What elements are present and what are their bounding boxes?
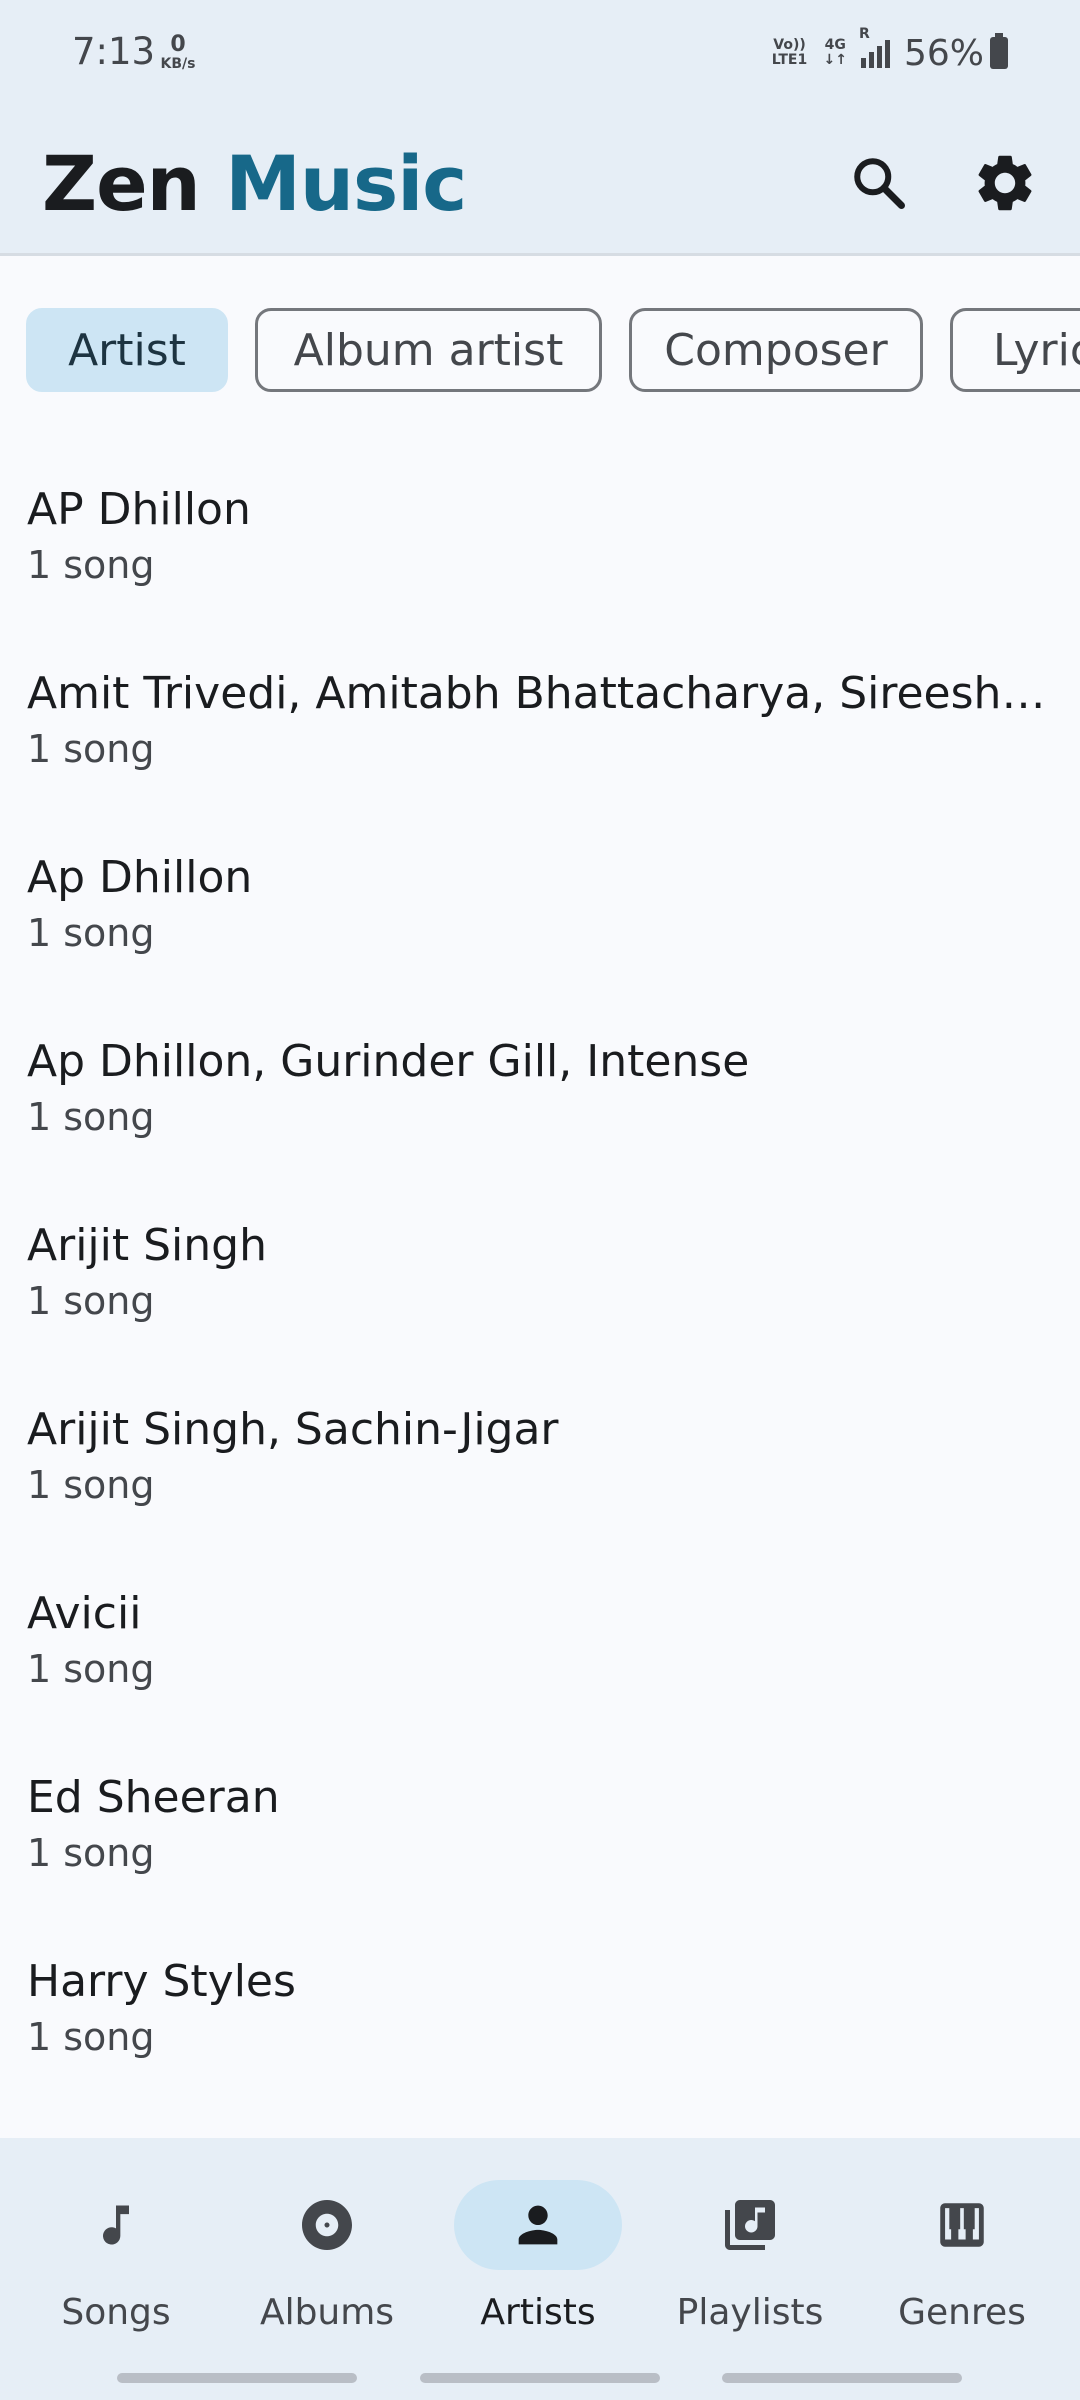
artist-list-item[interactable]: Ap Dhillon 1 song: [0, 810, 1080, 994]
search-button[interactable]: [829, 133, 929, 233]
network-speed-value: 0: [170, 32, 186, 57]
artist-list-item[interactable]: Arijit Singh, Sachin-Jigar 1 song: [0, 1362, 1080, 1546]
nav-albums[interactable]: Albums: [222, 2180, 432, 2360]
status-time: 7:13: [72, 30, 156, 73]
app-title: Zen Music: [42, 139, 467, 228]
artist-list-item[interactable]: Avicii 1 song: [0, 1546, 1080, 1730]
artist-name: Arijit Singh: [27, 1220, 267, 1271]
artist-list-item[interactable]: Ap Dhillon, Gurinder Gill, Intense 1 son…: [0, 994, 1080, 1178]
artist-song-count: 1 song: [27, 727, 155, 771]
gesture-bar: [722, 2373, 962, 2383]
artist-list: AP Dhillon 1 song Amit Trivedi, Amitabh …: [0, 442, 1080, 2098]
disc-icon: [302, 2200, 352, 2250]
network-speed: 0 KB/s: [158, 32, 198, 73]
signal-icon: R: [859, 26, 890, 68]
artist-list-item[interactable]: Harry Styles 1 song: [0, 1914, 1080, 2098]
artist-name: Harry Styles: [27, 1956, 296, 2007]
nav-genres[interactable]: Genres: [857, 2180, 1067, 2360]
artist-list-item[interactable]: Arijit Singh 1 song: [0, 1178, 1080, 1362]
artist-name: Amit Trivedi, Amitabh Bhattacharya, Sire…: [27, 668, 1057, 719]
nav-songs[interactable]: Songs: [11, 2180, 221, 2360]
playlist-icon: [725, 2200, 775, 2250]
status-bar: 7:13 0 KB/s Vo)) LTE1 4G ↓↑ R 56%: [0, 0, 1080, 110]
artist-song-count: 1 song: [27, 1095, 155, 1139]
gear-icon: [978, 155, 1032, 211]
music-note-icon: [103, 2205, 129, 2245]
chip-artist[interactable]: Artist: [26, 308, 228, 392]
gesture-bar: [117, 2373, 357, 2383]
person-icon: [518, 2205, 558, 2245]
battery-percent: 56%: [903, 32, 984, 74]
chip-album-artist[interactable]: Album artist: [255, 308, 602, 392]
artist-song-count: 1 song: [27, 1463, 155, 1507]
battery-icon: [990, 33, 1008, 69]
artist-name: Arijit Singh, Sachin-Jigar: [27, 1404, 559, 1455]
nav-label: Genres: [898, 2292, 1026, 2333]
artist-list-item[interactable]: AP Dhillon 1 song: [0, 442, 1080, 626]
top-app-bar: Zen Music: [0, 110, 1080, 256]
nav-playlists[interactable]: Playlists: [645, 2180, 855, 2360]
nav-label: Albums: [259, 2292, 395, 2333]
status-indicators: Vo)) LTE1 4G ↓↑ R 56%: [770, 26, 1008, 76]
nav-label: Songs: [61, 2292, 171, 2333]
piano-icon: [940, 2203, 984, 2247]
artist-list-item[interactable]: Ed Sheeran 1 song: [0, 1730, 1080, 1914]
nav-label: Artists: [480, 2292, 596, 2333]
chip-lyricist[interactable]: Lyricist: [950, 308, 1080, 392]
artist-name: Avicii: [27, 1588, 142, 1639]
nav-artists[interactable]: Artists: [433, 2180, 643, 2360]
roaming-indicator: R: [858, 26, 870, 42]
artist-name: Ap Dhillon, Gurinder Gill, Intense: [27, 1036, 750, 1087]
artist-song-count: 1 song: [27, 1647, 155, 1691]
filter-chips: Artist Album artist Composer Lyricist: [0, 308, 1080, 392]
artist-song-count: 1 song: [27, 1279, 155, 1323]
artist-song-count: 1 song: [27, 2015, 155, 2059]
bottom-navigation: Songs Albums Artists Playlists Genres: [0, 2138, 1080, 2400]
network-speed-unit: KB/s: [160, 56, 196, 72]
search-icon: [854, 158, 905, 209]
artist-name: Ed Sheeran: [27, 1772, 280, 1823]
artist-name: Ap Dhillon: [27, 852, 253, 903]
gesture-bar: [420, 2373, 660, 2383]
artist-song-count: 1 song: [27, 1831, 155, 1875]
network-type-indicator: 4G ↓↑: [823, 37, 847, 68]
settings-button[interactable]: [955, 133, 1055, 233]
volte-indicator: Vo)) LTE1: [771, 37, 808, 68]
artist-list-item[interactable]: Amit Trivedi, Amitabh Bhattacharya, Sire…: [0, 626, 1080, 810]
artist-song-count: 1 song: [27, 543, 155, 587]
artist-name: AP Dhillon: [27, 484, 251, 535]
chip-composer[interactable]: Composer: [629, 308, 923, 392]
artist-song-count: 1 song: [27, 911, 155, 955]
nav-label: Playlists: [676, 2292, 824, 2333]
